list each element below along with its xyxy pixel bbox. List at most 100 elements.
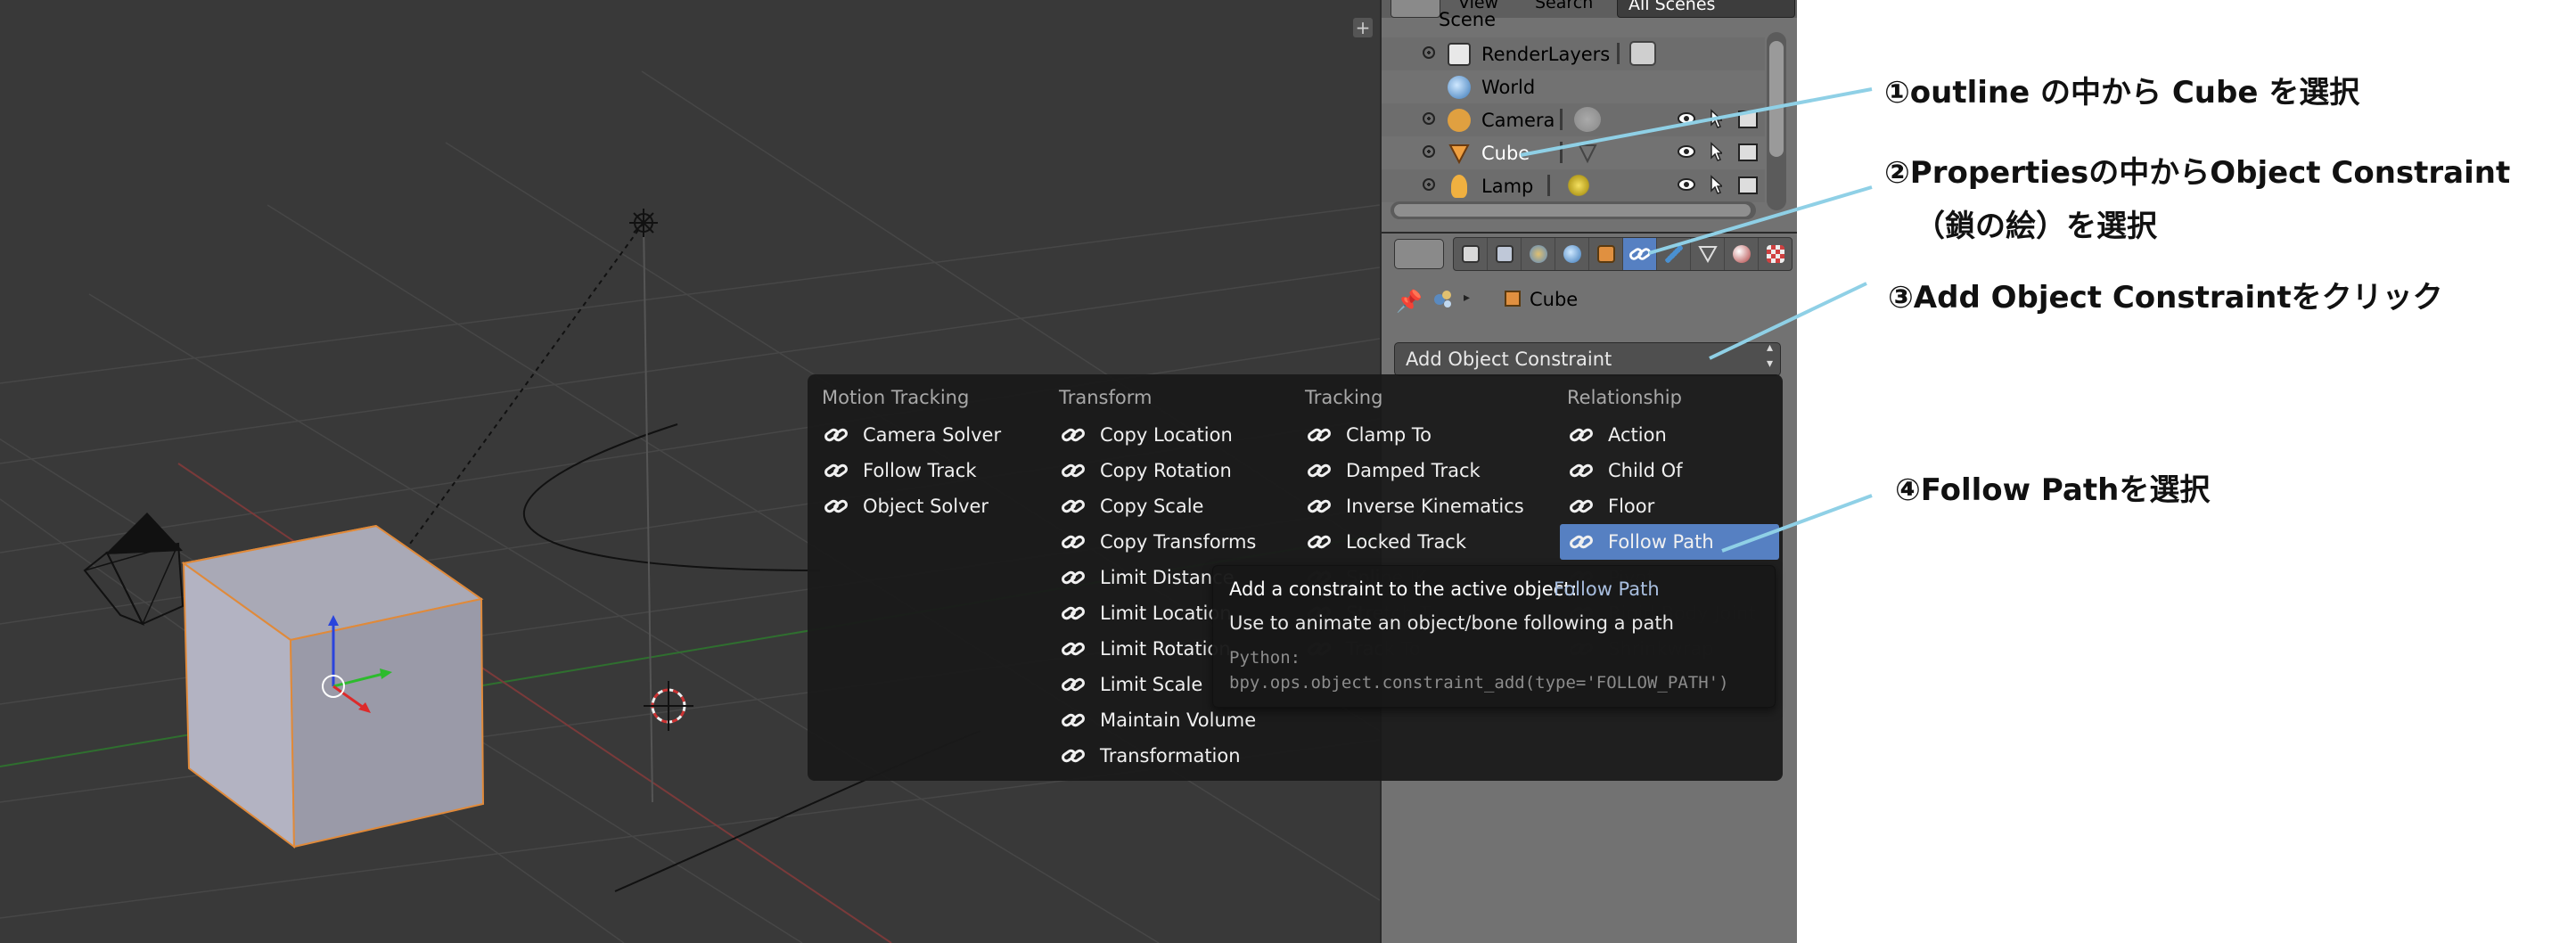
tooltip-detail: Use to animate an object/bone following … — [1229, 612, 1674, 634]
render-layers-icon[interactable] — [1488, 238, 1522, 270]
menu-item-label: Camera Solver — [863, 424, 1002, 446]
tooltip-python-command: bpy.ops.object.constraint_add(type='FOLL… — [1229, 673, 1729, 693]
visibility-eye-icon[interactable] — [1678, 178, 1695, 191]
outliner-row-label: Cube — [1481, 143, 1530, 164]
expand-icon[interactable] — [1423, 145, 1435, 158]
menu-item-floor[interactable]: Floor — [1560, 488, 1779, 524]
tooltip-value: Follow Path — [1554, 578, 1660, 600]
selectable-cursor-icon[interactable] — [1710, 142, 1722, 161]
scrollbar-thumb[interactable] — [1394, 204, 1751, 217]
constraint-chain-icon — [824, 499, 848, 513]
constraint-chain-icon — [1308, 463, 1331, 478]
menu-item-child-of[interactable]: Child Of — [1560, 453, 1779, 488]
outliner-vertical-scrollbar[interactable] — [1767, 32, 1786, 210]
menu-item-camera-solver[interactable]: Camera Solver — [815, 417, 1038, 453]
mesh-data-icon[interactable] — [1574, 140, 1601, 165]
menu-item-copy-location[interactable]: Copy Location — [1052, 417, 1285, 453]
expand-icon[interactable] — [1423, 46, 1435, 59]
dropdown-arrows-icon: ▴ ▾ — [1766, 340, 1773, 371]
outliner-horizontal-scrollbar[interactable] — [1391, 201, 1756, 219]
constraint-chain-icon — [1570, 428, 1593, 442]
menu-column-header: Motion Tracking — [822, 387, 970, 408]
object-icon[interactable] — [1589, 238, 1623, 270]
menu-item-object-solver[interactable]: Object Solver — [815, 488, 1038, 524]
render-layer-data-icon[interactable] — [1629, 41, 1656, 66]
separator — [1560, 142, 1563, 163]
expand-icon[interactable] — [1423, 112, 1435, 125]
lamp-data-icon[interactable] — [1565, 173, 1592, 198]
constraint-chain-icon — [1062, 428, 1085, 442]
outliner-row-scene[interactable]: Scene — [1382, 5, 1765, 30]
menu-item-label: Object Solver — [863, 496, 989, 517]
outliner-row-world[interactable]: World — [1382, 70, 1765, 103]
constraint-chain-icon — [1570, 535, 1593, 549]
menu-item-label: Child Of — [1608, 460, 1683, 481]
menu-item-label: Copy Rotation — [1100, 460, 1232, 481]
render-icon[interactable] — [1454, 238, 1488, 270]
menu-item-label: Clamp To — [1346, 424, 1432, 446]
constraint-chain-icon[interactable] — [1623, 238, 1657, 270]
operator-tooltip: Add a constraint to the active object: F… — [1212, 565, 1776, 708]
menu-item-maintain-volume[interactable]: Maintain Volume — [1052, 702, 1285, 738]
constraint-chain-icon — [1062, 570, 1085, 585]
render-camera-icon[interactable] — [1738, 144, 1758, 161]
menu-item-label: Follow Path — [1608, 531, 1714, 553]
outliner-row-cube[interactable]: Cube — [1382, 136, 1765, 169]
menu-item-follow-path[interactable]: Follow Path — [1560, 524, 1779, 560]
menu-item-label: Follow Track — [863, 460, 977, 481]
constraint-chain-icon — [1308, 535, 1331, 549]
menu-column-header: Tracking — [1305, 387, 1383, 408]
outliner-row-label: Scene — [1439, 9, 1497, 30]
menu-item-label: Floor — [1608, 496, 1655, 517]
separator — [1560, 109, 1563, 130]
material-icon[interactable] — [1725, 238, 1759, 270]
outliner-row-lamp[interactable]: Lamp — [1382, 169, 1765, 202]
scene-objects-icon — [1434, 291, 1451, 308]
pin-icon[interactable]: 📌 — [1396, 289, 1423, 314]
menu-item-damped-track[interactable]: Damped Track — [1298, 453, 1547, 488]
menu-item-copy-transforms[interactable]: Copy Transforms — [1052, 524, 1285, 560]
selectable-cursor-icon[interactable] — [1710, 109, 1722, 128]
outliner-row-label: RenderLayers — [1481, 44, 1611, 65]
visibility-eye-icon[interactable] — [1678, 145, 1695, 158]
expand-icon[interactable] — [1423, 178, 1435, 191]
menu-item-clamp-to[interactable]: Clamp To — [1298, 417, 1547, 453]
menu-item-transformation[interactable]: Transformation — [1052, 738, 1285, 774]
menu-item-label: Limit Scale — [1100, 674, 1203, 695]
menu-item-label: Copy Scale — [1100, 496, 1204, 517]
properties-editor-type-button[interactable] — [1394, 239, 1444, 269]
texture-icon[interactable] — [1759, 238, 1792, 270]
outliner-row-camera[interactable]: Camera — [1382, 103, 1765, 136]
menu-column-header: Transform — [1059, 387, 1153, 408]
scene-icon[interactable] — [1522, 238, 1555, 270]
annotation-step-2-note: （鎖の絵）を選択 — [1915, 209, 2157, 244]
menu-item-copy-scale[interactable]: Copy Scale — [1052, 488, 1285, 524]
world-icon[interactable] — [1555, 238, 1589, 270]
world-icon — [1448, 76, 1471, 99]
scrollbar-thumb[interactable] — [1769, 41, 1784, 157]
menu-item-label: Limit Rotation — [1100, 638, 1231, 660]
outliner-row-renderlayers[interactable]: RenderLayers — [1382, 37, 1765, 70]
render-camera-icon[interactable] — [1738, 176, 1758, 194]
visibility-eye-icon[interactable] — [1678, 112, 1695, 125]
selectable-cursor-icon[interactable] — [1710, 175, 1722, 194]
render-camera-icon[interactable] — [1738, 111, 1758, 128]
camera-data-icon[interactable] — [1574, 107, 1601, 132]
menu-item-locked-track[interactable]: Locked Track — [1298, 524, 1547, 560]
constraint-chain-icon — [1062, 749, 1085, 763]
add-object-constraint-button[interactable]: Add Object Constraint ▴ ▾ — [1394, 340, 1781, 376]
modifier-wrench-icon[interactable] — [1657, 238, 1691, 270]
menu-item-follow-track[interactable]: Follow Track — [815, 453, 1038, 488]
menu-item-label: Inverse Kinematics — [1346, 496, 1524, 517]
menu-item-inverse-kinematics[interactable]: Inverse Kinematics — [1298, 488, 1547, 524]
separator — [1617, 43, 1620, 64]
mesh-data-icon[interactable] — [1691, 238, 1725, 270]
outliner-row-label: Camera — [1481, 110, 1555, 131]
viewport-split-plus-button[interactable]: + — [1353, 18, 1373, 37]
constraint-chain-icon — [1062, 499, 1085, 513]
menu-item-copy-rotation[interactable]: Copy Rotation — [1052, 453, 1285, 488]
menu-column-header: Relationship — [1567, 387, 1682, 408]
menu-item-action[interactable]: Action — [1560, 417, 1779, 453]
annotation-step-3: ③Add Object Constraintをクリック — [1888, 280, 2443, 316]
menu-item-label: Transformation — [1100, 745, 1241, 767]
